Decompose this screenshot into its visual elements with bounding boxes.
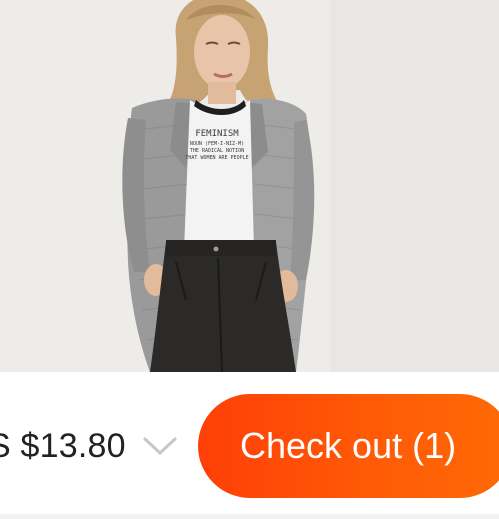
cart-screen: FEMINISM NOUN (FEM-I-NIZ-M) THE RADICAL … [0,0,499,519]
bottom-divider [0,514,499,519]
tee-print-headline: FEMINISM [195,129,239,139]
tee-print-line3: THAT WOMEN ARE PEOPLE [185,155,248,161]
tee-print-line2: THE RADICAL NOTION [190,148,244,154]
chevron-down-icon[interactable] [140,431,180,461]
product-image[interactable]: FEMINISM NOUN (FEM-I-NIZ-M) THE RADICAL … [0,0,499,372]
price-summary[interactable]: S $13.80 [0,418,180,474]
total-price: S $13.80 [0,426,126,465]
model-wearing-blazer-image: FEMINISM NOUN (FEM-I-NIZ-M) THE RADICAL … [0,0,499,372]
tee-print-line1: NOUN (FEM-I-NIZ-M) [190,141,244,147]
checkout-button[interactable]: Check out (1) [198,394,499,498]
